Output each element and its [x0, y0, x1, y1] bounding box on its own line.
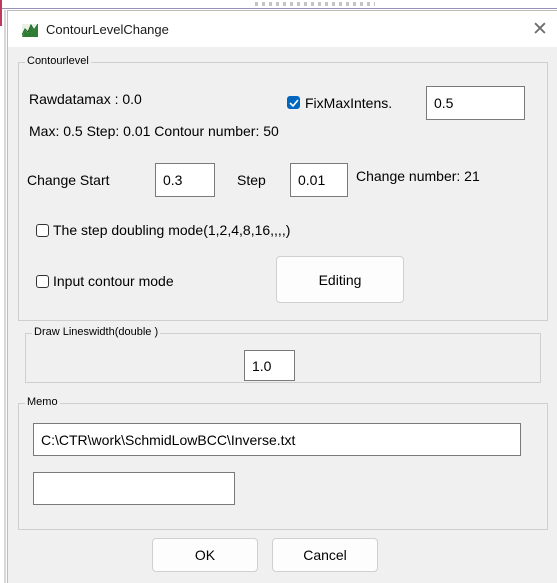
contourlevel-legend: Contourlevel — [25, 55, 91, 67]
step-label: Step — [237, 172, 266, 188]
step-field[interactable]: 0.01 — [290, 163, 348, 197]
contour-summary-label: Max: 0.5 Step: 0.01 Contour number: 50 — [29, 123, 279, 139]
window-title: ContourLevelChange — [46, 22, 169, 37]
fixmax-checkbox[interactable] — [287, 96, 300, 109]
input-contour-label: Input contour mode — [53, 273, 174, 289]
contour-level-change-dialog: ContourLevelChange ✕ Contourlevel Rawdat… — [7, 10, 557, 583]
background-accent-edge — [0, 0, 2, 26]
input-contour-checkbox[interactable] — [36, 275, 49, 288]
checkmark-icon — [288, 98, 299, 107]
linewidth-legend: Draw Lineswidth(double ) — [32, 326, 161, 338]
cancel-button[interactable]: Cancel — [272, 538, 378, 572]
change-start-label: Change Start — [27, 172, 110, 188]
background-content — [255, 2, 375, 6]
step-doubling-label: The step doubling mode(1,2,4,8,16,,,,) — [53, 222, 291, 238]
linewidth-field[interactable]: 1.0 — [244, 350, 295, 381]
title-bar[interactable]: ContourLevelChange ✕ — [8, 11, 557, 47]
close-icon: ✕ — [532, 18, 548, 40]
change-number-label: Change number: 21 — [356, 168, 480, 184]
rawdatamax-label: Rawdatamax : 0.0 — [29, 91, 142, 107]
memo-path-field[interactable]: C:\CTR\work\SchmidLowBCC\Inverse.txt — [33, 423, 521, 456]
close-button[interactable]: ✕ — [523, 11, 557, 47]
editing-button[interactable]: Editing — [276, 256, 404, 303]
memo-legend: Memo — [25, 396, 60, 408]
window-shadow — [4, 10, 6, 583]
fixmax-value-field[interactable]: 0.5 — [426, 86, 525, 120]
fixmax-label: FixMaxIntens. — [305, 95, 393, 111]
app-chart-icon — [21, 23, 39, 37]
step-doubling-checkbox[interactable] — [36, 224, 49, 237]
ok-button[interactable]: OK — [152, 538, 258, 572]
memo-extra-field[interactable] — [33, 472, 235, 505]
background-divider — [0, 8, 557, 9]
change-start-field[interactable]: 0.3 — [155, 163, 215, 197]
